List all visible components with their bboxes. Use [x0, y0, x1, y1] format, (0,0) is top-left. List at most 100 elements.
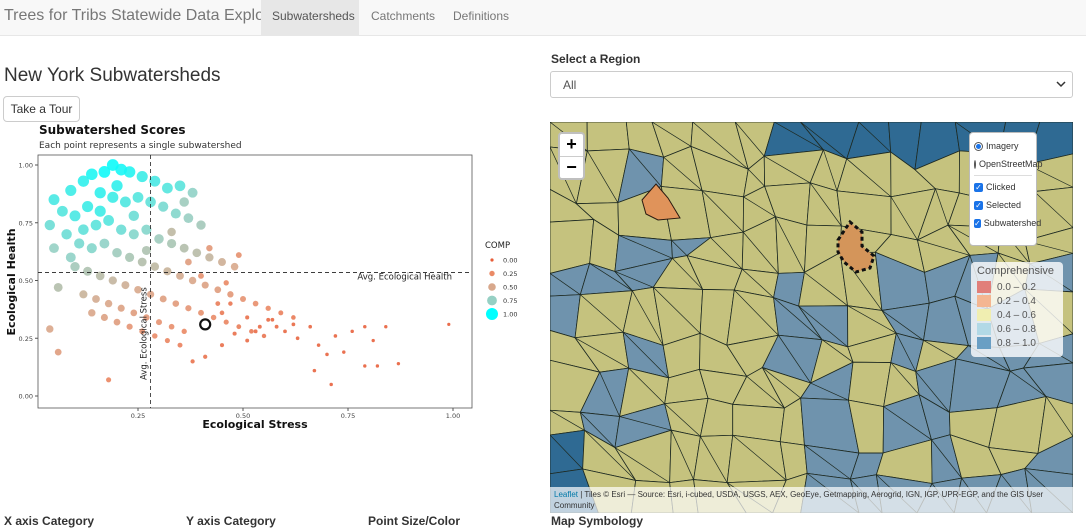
data-point[interactable]	[46, 325, 54, 333]
data-point[interactable]	[174, 180, 186, 192]
subwatershed-polygon[interactable]	[550, 429, 585, 475]
data-point[interactable]	[132, 191, 144, 203]
data-point[interactable]	[119, 196, 131, 208]
zoom-in-button[interactable]: +	[560, 134, 583, 156]
data-point[interactable]	[215, 301, 221, 306]
data-point[interactable]	[270, 317, 275, 322]
data-point[interactable]	[158, 201, 169, 212]
data-point[interactable]	[82, 201, 94, 213]
data-point[interactable]	[94, 205, 106, 217]
leaflet-link[interactable]: Leaflet	[554, 490, 578, 499]
data-point[interactable]	[187, 187, 198, 198]
data-point[interactable]	[329, 382, 333, 387]
data-point[interactable]	[79, 290, 88, 299]
data-point[interactable]	[137, 257, 147, 267]
data-point[interactable]	[266, 317, 271, 322]
data-point[interactable]	[53, 283, 63, 292]
data-point[interactable]	[94, 187, 106, 199]
data-point[interactable]	[295, 336, 300, 341]
data-point[interactable]	[201, 281, 209, 289]
data-point[interactable]	[227, 291, 234, 298]
data-point[interactable]	[185, 305, 192, 312]
data-point[interactable]	[69, 210, 81, 222]
radio-checked-icon[interactable]	[974, 141, 983, 151]
data-point[interactable]	[350, 329, 354, 334]
take-a-tour-button[interactable]: Take a Tour	[3, 96, 80, 122]
data-point[interactable]	[223, 280, 229, 286]
data-point[interactable]	[78, 224, 89, 235]
data-point[interactable]	[162, 182, 173, 194]
data-point[interactable]	[141, 245, 151, 255]
data-point[interactable]	[104, 299, 113, 308]
data-point[interactable]	[236, 324, 242, 330]
data-point[interactable]	[232, 331, 237, 336]
data-point[interactable]	[218, 258, 226, 266]
data-point[interactable]	[128, 229, 139, 240]
data-point[interactable]	[99, 238, 110, 249]
data-point[interactable]	[130, 309, 138, 317]
checkbox-checked-icon[interactable]: ✓	[974, 218, 981, 228]
data-point[interactable]	[44, 219, 56, 231]
data-point[interactable]	[65, 184, 77, 196]
data-point[interactable]	[235, 252, 242, 259]
data-point[interactable]	[112, 248, 122, 258]
data-point[interactable]	[181, 328, 187, 334]
data-point[interactable]	[136, 170, 148, 183]
data-point[interactable]	[185, 258, 192, 266]
overlay-selected[interactable]: ✓ Selected	[974, 196, 1032, 214]
data-point[interactable]	[190, 359, 195, 364]
data-point[interactable]	[179, 197, 189, 207]
data-point[interactable]	[159, 295, 167, 303]
data-point[interactable]	[363, 364, 367, 368]
data-point[interactable]	[117, 304, 125, 312]
subwatershed-polygon[interactable]	[726, 434, 787, 484]
data-point[interactable]	[57, 205, 68, 217]
data-point[interactable]	[196, 220, 206, 230]
data-point[interactable]	[342, 350, 346, 354]
app-brand[interactable]: Trees for Tribs Statewide Data Explorer	[4, 7, 284, 25]
layer-imagery[interactable]: Imagery	[974, 137, 1032, 155]
data-point[interactable]	[219, 310, 225, 316]
data-point[interactable]	[245, 338, 250, 343]
data-point[interactable]	[111, 180, 123, 192]
data-point[interactable]	[163, 267, 172, 276]
data-point[interactable]	[291, 322, 296, 327]
data-point[interactable]	[49, 243, 59, 254]
subwatershed-polygon[interactable]	[586, 122, 630, 152]
data-point[interactable]	[167, 238, 177, 249]
checkbox-checked-icon[interactable]: ✓	[974, 200, 983, 210]
data-point[interactable]	[183, 213, 194, 223]
data-point[interactable]	[141, 224, 152, 235]
data-point[interactable]	[278, 310, 284, 316]
data-point[interactable]	[214, 286, 222, 294]
tab-definitions[interactable]: Definitions	[442, 0, 516, 35]
data-point[interactable]	[95, 271, 105, 281]
data-point[interactable]	[205, 253, 214, 262]
checkbox-checked-icon[interactable]: ✓	[974, 182, 983, 192]
data-point[interactable]	[325, 352, 329, 357]
data-point[interactable]	[261, 333, 267, 339]
zoom-out-button[interactable]: −	[560, 156, 583, 178]
data-point[interactable]	[375, 364, 380, 368]
data-point[interactable]	[48, 194, 60, 206]
data-point[interactable]	[168, 323, 175, 330]
data-point[interactable]	[384, 325, 388, 329]
data-point[interactable]	[92, 295, 100, 303]
data-point[interactable]	[179, 243, 189, 253]
data-point[interactable]	[333, 334, 338, 338]
data-point[interactable]	[206, 244, 213, 252]
data-point[interactable]	[172, 300, 180, 307]
data-point[interactable]	[253, 329, 258, 334]
data-point[interactable]	[223, 319, 229, 325]
data-point[interactable]	[106, 159, 119, 171]
data-point[interactable]	[203, 354, 208, 359]
data-point[interactable]	[228, 301, 233, 306]
data-point[interactable]	[121, 281, 130, 290]
data-point[interactable]	[170, 208, 181, 219]
data-point[interactable]	[308, 324, 313, 329]
overlay-clicked[interactable]: ✓ Clicked	[974, 178, 1032, 196]
data-point[interactable]	[274, 324, 279, 329]
data-point[interactable]	[54, 348, 62, 356]
data-point[interactable]	[74, 238, 85, 249]
data-point[interactable]	[108, 276, 117, 285]
